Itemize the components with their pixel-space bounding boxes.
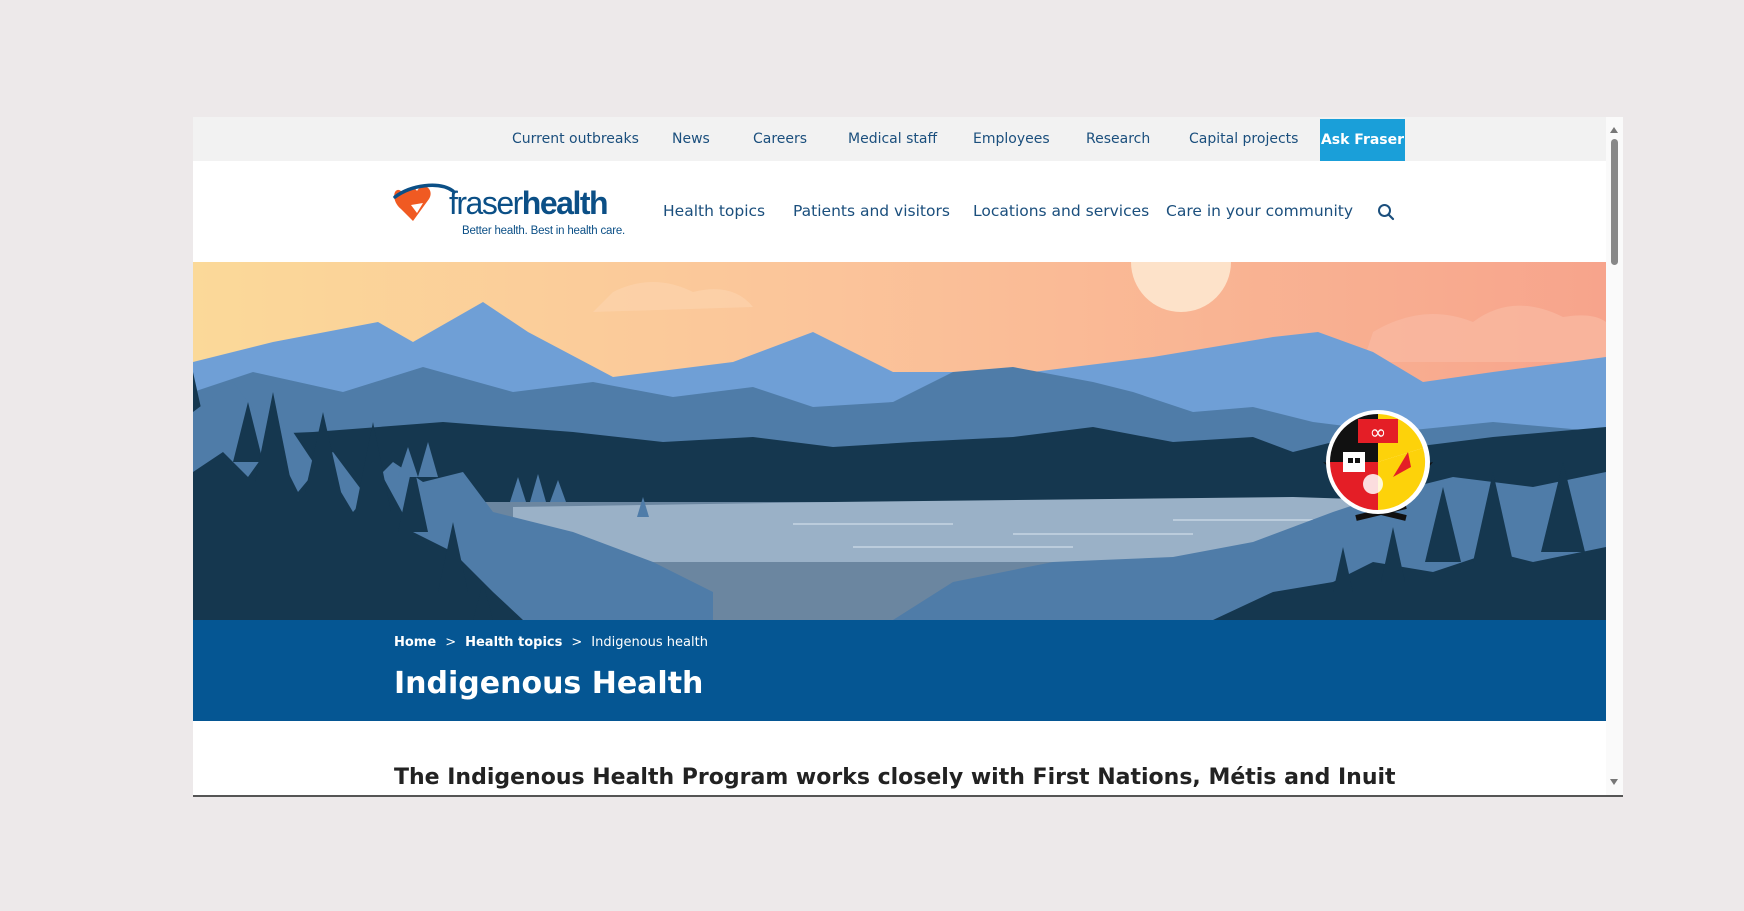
vertical-scrollbar[interactable] <box>1606 117 1623 795</box>
nav-care-in-your-community[interactable]: Care in your community <box>1166 161 1353 262</box>
nav-patients-and-visitors[interactable]: Patients and visitors <box>793 161 950 262</box>
breadcrumb-separator: > <box>571 635 583 650</box>
web-page: Current outbreaks News Careers Medical s… <box>193 117 1606 795</box>
utility-link-current-outbreaks[interactable]: Current outbreaks <box>512 117 639 161</box>
breadcrumb-health-topics[interactable]: Health topics <box>465 635 562 650</box>
ask-fraser-button[interactable]: Ask Fraser <box>1320 119 1405 161</box>
utility-link-research[interactable]: Research <box>1086 117 1150 161</box>
breadcrumb-home[interactable]: Home <box>394 635 436 650</box>
site-header: fraserhealth Better health. Best in heal… <box>193 161 1606 262</box>
search-icon <box>1378 204 1395 221</box>
page-title: Indigenous Health <box>394 666 704 701</box>
breadcrumb-current: Indigenous health <box>591 635 708 650</box>
logo-wordmark: fraserhealth <box>449 185 609 221</box>
utility-nav: Current outbreaks News Careers Medical s… <box>193 117 1606 161</box>
scroll-down-arrow-icon[interactable] <box>1610 779 1618 785</box>
utility-link-employees[interactable]: Employees <box>973 117 1050 161</box>
logo-tagline: Better health. Best in health care. <box>462 225 626 237</box>
svg-text:∞: ∞ <box>1370 420 1387 444</box>
browser-viewport: Current outbreaks News Careers Medical s… <box>193 117 1623 797</box>
nav-health-topics[interactable]: Health topics <box>663 161 765 262</box>
utility-link-capital-projects[interactable]: Capital projects <box>1189 117 1298 161</box>
utility-link-careers[interactable]: Careers <box>753 117 807 161</box>
intro-heading: The Indigenous Health Program works clos… <box>394 765 1396 790</box>
utility-link-news[interactable]: News <box>672 117 710 161</box>
scrollbar-thumb[interactable] <box>1611 139 1618 265</box>
nav-locations-and-services[interactable]: Locations and services <box>973 161 1149 262</box>
fraser-health-logo[interactable]: fraserhealth Better health. Best in heal… <box>393 181 625 243</box>
utility-link-medical-staff[interactable]: Medical staff <box>848 117 937 161</box>
heart-swoosh-icon <box>393 183 455 221</box>
breadcrumb-separator: > <box>445 635 457 650</box>
scroll-up-arrow-icon[interactable] <box>1610 127 1618 133</box>
breadcrumb: Home > Health topics > Indigenous health <box>394 635 708 650</box>
search-button[interactable] <box>1377 203 1395 221</box>
page-title-banner: Home > Health topics > Indigenous health Ind… <box>193 620 1606 721</box>
hero-landscape-illustration: ∞ <box>193 212 1606 620</box>
